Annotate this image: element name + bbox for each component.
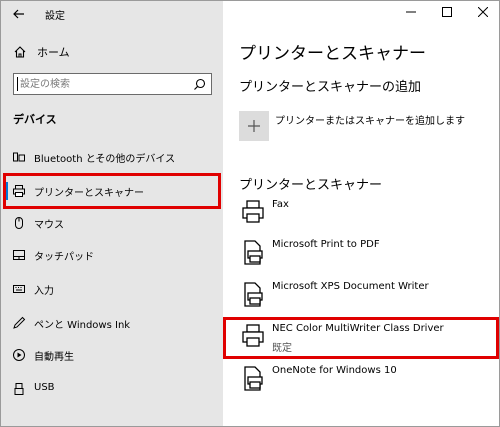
main-content: プリンターとスキャナー プリンターとスキャナーの追加 プリンターまたはスキャナー…	[223, 1, 499, 426]
plus-icon	[248, 120, 260, 132]
section-title: デバイス	[13, 113, 57, 126]
sidebar-item-touchpad[interactable]: タッチパッド	[1, 239, 223, 271]
home-icon	[14, 46, 26, 58]
highlight-box-nav	[3, 173, 221, 209]
sidebar-item-label: タッチパッド	[34, 252, 94, 263]
sidebar: 設定 ホーム デバイス Bluetooth とその他のデバイス	[1, 1, 223, 426]
window-controls	[393, 1, 499, 27]
close-button[interactable]	[465, 1, 499, 23]
maximize-icon	[442, 7, 452, 17]
sidebar-item-autoplay[interactable]: 自動再生	[1, 339, 223, 371]
add-section-title: プリンターとスキャナーの追加	[239, 80, 422, 95]
home-label: ホーム	[37, 46, 70, 59]
printer-item-print-to-pdf[interactable]: Microsoft Print to PDF	[239, 237, 489, 275]
sidebar-item-pen[interactable]: ペンと Windows Ink	[1, 307, 223, 339]
pdf-printer-icon	[244, 240, 263, 265]
sidebar-item-label: ペンと Windows Ink	[34, 320, 131, 331]
fax-printer-icon	[242, 200, 264, 223]
keyboard-icon	[13, 285, 25, 293]
settings-window: 設定 ホーム デバイス Bluetooth とその他のデバイス	[0, 0, 500, 427]
sidebar-item-usb[interactable]: USB	[1, 373, 223, 405]
title-bar: 設定	[1, 1, 223, 27]
close-icon	[478, 7, 488, 17]
printer-name: OneNote for Windows 10	[272, 365, 397, 376]
pen-icon	[13, 316, 26, 329]
highlight-box-printer	[223, 317, 499, 359]
minimize-button[interactable]	[393, 1, 429, 23]
printer-name: Microsoft XPS Document Writer	[272, 281, 429, 292]
sidebar-item-mouse[interactable]: マウス	[1, 207, 223, 239]
touchpad-icon	[13, 250, 25, 260]
maximize-button[interactable]	[429, 1, 465, 23]
printer-item-onenote[interactable]: OneNote for Windows 10	[239, 363, 489, 401]
xps-printer-icon	[244, 282, 263, 307]
sidebar-item-input[interactable]: 入力	[1, 273, 223, 305]
back-arrow-icon[interactable]	[11, 6, 27, 22]
home-link[interactable]: ホーム	[13, 43, 70, 61]
minimize-icon	[406, 11, 416, 13]
sidebar-item-label: 自動再生	[34, 352, 74, 363]
usb-icon	[14, 383, 24, 395]
mouse-icon	[15, 217, 23, 229]
page-title: プリンターとスキャナー	[239, 44, 426, 64]
search-input[interactable]	[14, 74, 189, 94]
search-icon[interactable]	[193, 78, 206, 91]
printer-name: Microsoft Print to PDF	[272, 239, 380, 250]
search-box[interactable]	[13, 73, 212, 95]
autoplay-icon	[13, 349, 25, 361]
add-printer-label: プリンターまたはスキャナーを追加します	[275, 115, 465, 127]
window-title: 設定	[45, 11, 65, 22]
sidebar-item-label: Bluetooth とその他のデバイス	[34, 154, 176, 165]
sidebar-item-bluetooth[interactable]: Bluetooth とその他のデバイス	[1, 141, 223, 173]
add-printer-button[interactable]: プリンターまたはスキャナーを追加します	[239, 111, 465, 141]
printers-section-title: プリンターとスキャナー	[239, 178, 383, 193]
printer-item-fax[interactable]: Fax	[239, 197, 489, 235]
bluetooth-devices-icon	[13, 152, 25, 162]
sidebar-item-label: 入力	[34, 286, 54, 297]
printer-item-xps-writer[interactable]: Microsoft XPS Document Writer	[239, 279, 489, 317]
sidebar-item-label: USB	[34, 382, 55, 393]
add-icon-box	[239, 111, 269, 141]
onenote-printer-icon	[244, 366, 263, 391]
sidebar-item-label: マウス	[34, 220, 64, 231]
printer-name: Fax	[272, 199, 289, 210]
